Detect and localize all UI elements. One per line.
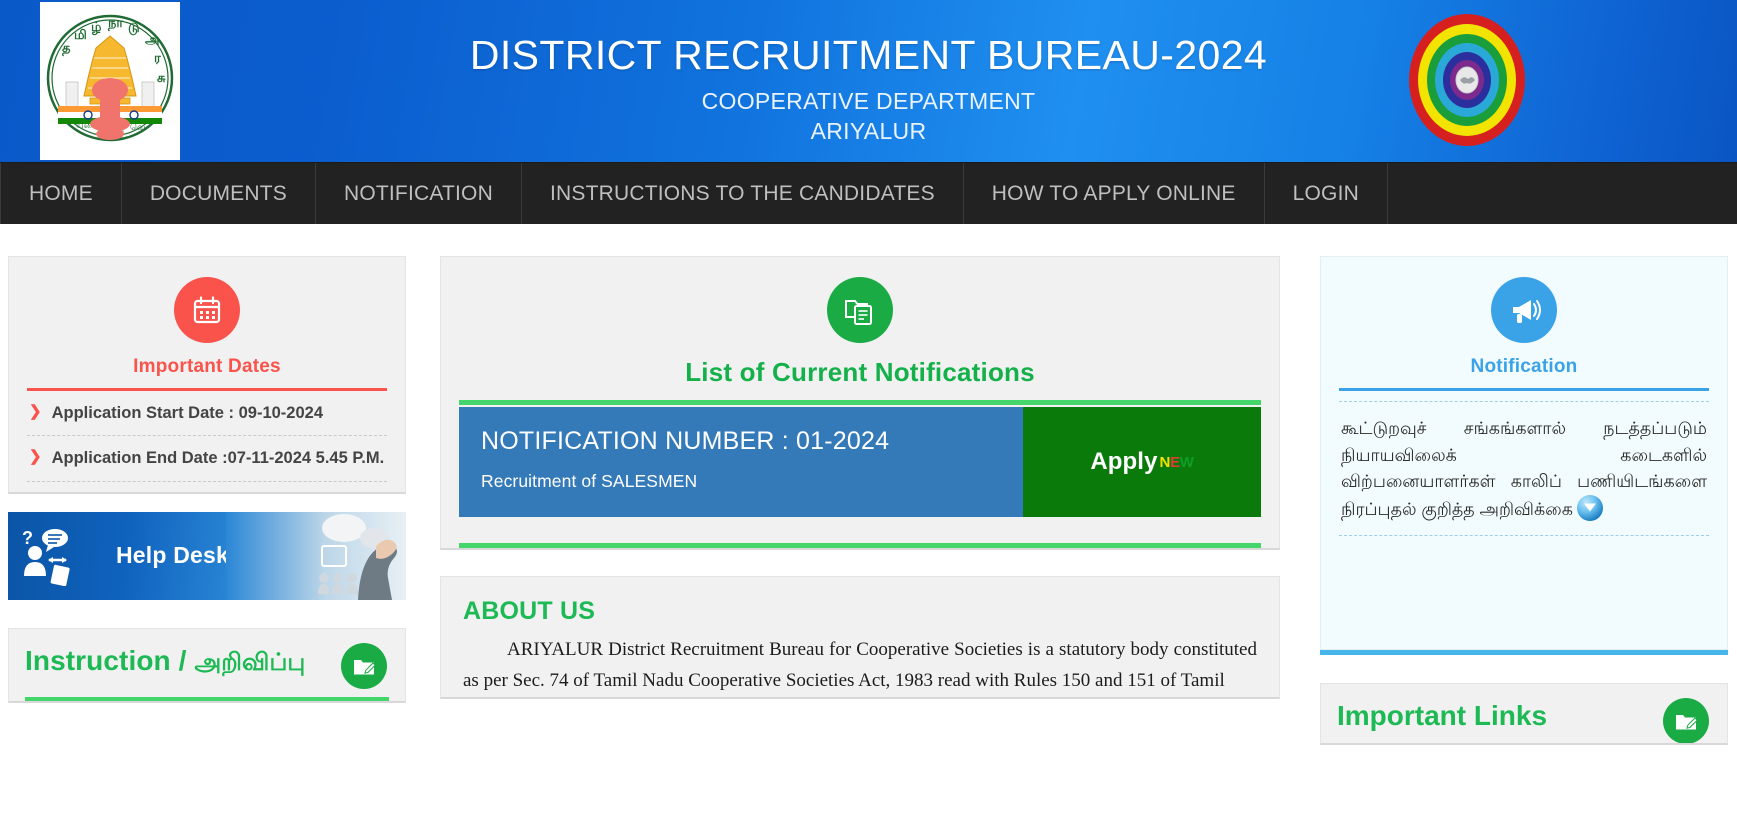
about-us-card: ABOUT US ARIYALUR District Recruitment B… xyxy=(440,576,1280,699)
main-navigation: HOME DOCUMENTS NOTIFICATION INSTRUCTIONS… xyxy=(0,162,1737,224)
notification-row: NOTIFICATION NUMBER : 01-2024 Recruitmen… xyxy=(459,407,1261,517)
help-desk-photo xyxy=(226,511,406,600)
apply-button-label: Apply xyxy=(1090,448,1158,475)
folder-edit-icon[interactable] xyxy=(341,642,387,689)
important-links-card: Important Links xyxy=(1320,683,1728,745)
main-content: List of Current Notifications NOTIFICATI… xyxy=(440,256,1280,699)
calendar-icon xyxy=(174,277,240,343)
notification-divider xyxy=(1339,388,1709,391)
new-badge: NEW xyxy=(1159,453,1194,471)
svg-text:டு: டு xyxy=(128,20,140,35)
cooperative-department-emblem xyxy=(1407,12,1527,148)
nav-item-login[interactable]: LOGIN xyxy=(1265,163,1388,224)
about-us-title: ABOUT US xyxy=(463,597,596,625)
list-item: ❯ Application Start Date : 09-10-2024 xyxy=(27,391,387,437)
site-header: தமிழ் நாடுஅ ரசு வாய்மையேவெல் xyxy=(0,0,1737,162)
help-desk-icon: ? xyxy=(22,526,84,586)
notification-tamil-text-block: கூட்டுறவுச் சங்கங்களால் நடத்தப்படும் நிய… xyxy=(1339,401,1709,537)
important-links-title: Important Links xyxy=(1337,700,1548,731)
important-dates-heading: Important Dates xyxy=(133,356,281,377)
application-end-date: Application End Date :07-11-2024 5.45 P.… xyxy=(51,449,385,468)
notification-description: Recruitment of SALESMEN xyxy=(481,471,698,491)
megaphone-icon xyxy=(1491,277,1557,343)
documents-icon xyxy=(827,277,893,343)
current-notifications-card: List of Current Notifications NOTIFICATI… xyxy=(440,256,1280,550)
chevron-right-icon: ❯ xyxy=(29,403,42,420)
download-icon[interactable] xyxy=(1576,494,1603,521)
nav-item-notification[interactable]: NOTIFICATION xyxy=(316,163,522,224)
nav-item-home[interactable]: HOME xyxy=(0,163,122,224)
help-desk-label: Help Desk xyxy=(116,541,230,568)
notification-heading: Notification xyxy=(1470,356,1578,377)
current-notifications-divider xyxy=(459,400,1261,405)
svg-text:ழ்: ழ் xyxy=(91,19,102,35)
instruction-title-ta: அறிவிப்பு xyxy=(194,648,306,676)
instruction-divider xyxy=(25,696,389,701)
svg-text:?: ? xyxy=(22,528,33,548)
svg-text:மி: மி xyxy=(74,27,87,42)
svg-text:த: த xyxy=(62,40,71,56)
help-desk-banner[interactable]: ? Help Desk xyxy=(8,511,406,600)
important-dates-card: Important Dates ❯ Application Start Date… xyxy=(8,256,406,494)
left-sidebar: Important Dates ❯ Application Start Date… xyxy=(8,256,406,703)
current-notifications-heading: List of Current Notifications xyxy=(685,357,1035,387)
list-item: ❯ Application End Date :07-11-2024 5.45 … xyxy=(27,436,387,482)
application-start-date: Application Start Date : 09-10-2024 xyxy=(51,404,323,422)
nav-item-documents[interactable]: DOCUMENTS xyxy=(122,163,316,224)
apply-button[interactable]: Apply NEW xyxy=(1023,407,1261,517)
folder-edit-icon[interactable] xyxy=(1663,698,1709,743)
instruction-title-row: Instruction / அறிவிப்பு xyxy=(25,645,389,687)
page-body: Important Dates ❯ Application Start Date… xyxy=(0,224,1737,820)
notification-number: NOTIFICATION NUMBER : 01-2024 xyxy=(481,427,890,455)
tamil-nadu-government-emblem: தமிழ் நாடுஅ ரசு வாய்மையேவெல் xyxy=(40,2,180,160)
notification-card: Notification கூட்டுறவுச் சங்கங்களால் நடத… xyxy=(1320,256,1728,650)
about-us-body: ARIYALUR District Recruitment Bureau for… xyxy=(463,639,1257,691)
current-notifications-bottom-divider xyxy=(459,543,1261,548)
notification-details: NOTIFICATION NUMBER : 01-2024 Recruitmen… xyxy=(459,407,1023,517)
instruction-title-en: Instruction / xyxy=(25,644,187,676)
svg-text:நா: நா xyxy=(107,15,123,31)
chevron-right-icon: ❯ xyxy=(29,448,42,466)
svg-text:அ: அ xyxy=(145,32,159,47)
right-sidebar: Notification கூட்டுறவுச் சங்கங்களால் நடத… xyxy=(1320,256,1728,745)
nav-filler xyxy=(1387,163,1737,224)
nav-item-instructions-to-the-candidates[interactable]: INSTRUCTIONS TO THE CANDIDATES xyxy=(522,163,964,224)
svg-text:சு: சு xyxy=(157,70,166,85)
notification-card-bottom-bar xyxy=(1320,650,1728,655)
instruction-card: Instruction / அறிவிப்பு xyxy=(8,627,406,703)
svg-text:ர: ர xyxy=(154,50,161,65)
notification-tamil-text: கூட்டுறவுச் சங்கங்களால் நடத்தப்படும் நிய… xyxy=(1341,418,1707,519)
nav-item-how-to-apply-online[interactable]: HOW TO APPLY ONLINE xyxy=(964,163,1265,224)
